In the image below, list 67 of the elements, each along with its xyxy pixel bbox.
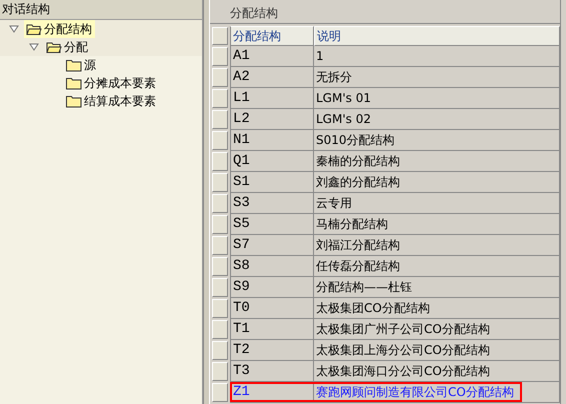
table-cell: T2 (230, 340, 314, 361)
row-selector[interactable] (212, 299, 228, 318)
table-cell: S010分配结构 (314, 130, 560, 151)
table-cell: 赛跑网顾问制造有限公司CO分配结构 (314, 382, 560, 403)
expanded-arrow-icon[interactable] (29, 43, 39, 51)
folder-icon (66, 94, 82, 108)
table-cell: 太极集团广州子公司CO分配结构 (314, 319, 560, 340)
table-cell: Z1 (230, 382, 314, 403)
panel-title: 分配结构 (230, 6, 278, 20)
tree-item[interactable]: 源 (64, 56, 99, 74)
row-selector[interactable] (212, 236, 228, 255)
row-selector[interactable] (212, 215, 228, 234)
table-cell: 太极集团上海分公司CO分配结构 (314, 340, 560, 361)
table-cell: LGM's 01 (314, 88, 560, 109)
table-cell: 任传磊分配结构 (314, 256, 560, 277)
column-header[interactable]: 说明 (314, 26, 560, 46)
row-selector[interactable] (212, 341, 228, 360)
panel-title: 对话结构 (0, 0, 202, 20)
row-selector[interactable] (212, 257, 228, 276)
tree-item[interactable]: 结算成本要素 (64, 92, 159, 110)
table-cell: 太极集团CO分配结构 (314, 298, 560, 319)
select-all-button[interactable] (212, 27, 228, 45)
folder-icon (66, 76, 82, 90)
tree-item[interactable]: 分摊成本要素 (64, 74, 159, 92)
table-cell: A1 (230, 46, 314, 67)
table-cell: L1 (230, 88, 314, 109)
table-cell: S8 (230, 256, 314, 277)
row-selector[interactable] (212, 362, 228, 381)
tree-item[interactable]: 分配结构 (24, 20, 95, 38)
row-selector[interactable] (212, 383, 228, 402)
row-selector[interactable] (212, 131, 228, 150)
table-cell: S1 (230, 172, 314, 193)
table-cell: 马楠分配结构 (314, 214, 560, 235)
table-cell: T0 (230, 298, 314, 319)
table-cell: L2 (230, 109, 314, 130)
table-cell: S3 (230, 193, 314, 214)
table-cell: 1 (314, 46, 560, 67)
row-selector[interactable] (212, 47, 228, 66)
table-cell: 秦楠的分配结构 (314, 151, 560, 172)
table-cell: N1 (230, 130, 314, 151)
table-cell: S7 (230, 235, 314, 256)
expanded-arrow-icon[interactable] (9, 25, 19, 33)
table-cell: A2 (230, 67, 314, 88)
open-folder-icon (26, 22, 42, 36)
row-selector[interactable] (212, 152, 228, 171)
table-cell: 分配结构——杜钰 (314, 277, 560, 298)
column-header[interactable]: 分配结构 (230, 26, 314, 46)
table-cell: 刘福江分配结构 (314, 235, 560, 256)
table-cell: T1 (230, 319, 314, 340)
row-selector[interactable] (212, 89, 228, 108)
row-selector[interactable] (212, 110, 228, 129)
table-cell: T3 (230, 361, 314, 382)
row-selector[interactable] (212, 278, 228, 297)
table-cell: 无拆分 (314, 67, 560, 88)
row-selector[interactable] (212, 194, 228, 213)
table-cell: 太极集团海口分公司CO分配结构 (314, 361, 560, 382)
table-cell: Q1 (230, 151, 314, 172)
table-cell: S5 (230, 214, 314, 235)
row-selector[interactable] (212, 173, 228, 192)
row-selector[interactable] (212, 320, 228, 339)
table-cell: S9 (230, 277, 314, 298)
table-cell: LGM's 02 (314, 109, 560, 130)
open-folder-icon (46, 40, 62, 54)
table-cell: 云专用 (314, 193, 560, 214)
table-cell: 刘鑫的分配结构 (314, 172, 560, 193)
row-selector[interactable] (212, 68, 228, 87)
folder-icon (66, 58, 82, 72)
